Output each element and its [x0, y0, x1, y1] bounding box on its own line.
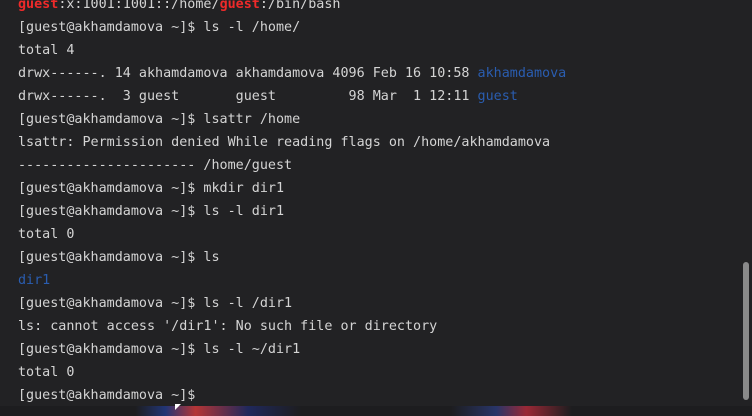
desktop-background: [0, 406, 752, 416]
terminal-text: lsattr: Permission denied While reading …: [18, 135, 551, 150]
terminal-window[interactable]: guest:x:1001:1001::/home/guest:/bin/bash…: [0, 0, 752, 416]
terminal-text: drwx------. 14 akhamdamova akhamdamova 4…: [18, 66, 478, 81]
terminal-text: [guest@akhamdamova ~]$ mkdir dir1: [18, 181, 285, 196]
scrollbar-thumb[interactable]: [743, 262, 749, 400]
terminal-line: [guest@akhamdamova ~]$ ls -l dir1: [18, 200, 566, 223]
terminal-text: [guest@akhamdamova ~]$: [18, 388, 204, 403]
terminal-line: total 4: [18, 39, 566, 62]
terminal-line: drwx------. 3 guest guest 98 Mar 1 12:11…: [18, 85, 566, 108]
terminal-text: [guest@akhamdamova ~]$ ls -l dir1: [18, 204, 285, 219]
terminal-text: guest: [18, 0, 59, 12]
mouse-pointer-icon: [175, 404, 181, 410]
terminal-text: :/bin/bash: [259, 0, 341, 12]
terminal-text: ---------------------- /home/guest: [18, 158, 293, 173]
terminal-line: [guest@akhamdamova ~]$ ls: [18, 246, 566, 269]
terminal-text: total 0: [18, 365, 75, 380]
terminal-line: ls: cannot access '/dir1': No such file …: [18, 315, 566, 338]
terminal-line: total 0: [18, 361, 566, 384]
terminal-text: [guest@akhamdamova ~]$ ls -l /dir1: [18, 296, 293, 311]
terminal-text: :x:1001:1001::/home/: [58, 0, 220, 12]
terminal-text: guest: [219, 0, 260, 12]
terminal-text: [guest@akhamdamova ~]$ lsattr /home: [18, 112, 301, 127]
terminal-line: [guest@akhamdamova ~]$ ls -l /home/: [18, 16, 566, 39]
terminal-output[interactable]: guest:x:1001:1001::/home/guest:/bin/bash…: [18, 0, 566, 407]
terminal-line: [guest@akhamdamova ~]$ lsattr /home: [18, 108, 566, 131]
terminal-text: total 4: [18, 43, 75, 58]
terminal-text: guest: [477, 89, 518, 104]
terminal-text: total 0: [18, 227, 75, 242]
terminal-text: dir1: [18, 273, 51, 288]
scrollbar[interactable]: [740, 0, 752, 416]
terminal-text: [guest@akhamdamova ~]$ ls -l /home/: [18, 20, 301, 35]
terminal-line: drwx------. 14 akhamdamova akhamdamova 4…: [18, 62, 566, 85]
terminal-line: [guest@akhamdamova ~]$ ls -l /dir1: [18, 292, 566, 315]
terminal-line: lsattr: Permission denied While reading …: [18, 131, 566, 154]
terminal-line: dir1: [18, 269, 566, 292]
terminal-text: [guest@akhamdamova ~]$ ls: [18, 250, 220, 265]
terminal-text: ls: cannot access '/dir1': No such file …: [18, 319, 438, 334]
terminal-text: [guest@akhamdamova ~]$ ls -l ~/dir1: [18, 342, 301, 357]
terminal-line: ---------------------- /home/guest: [18, 154, 566, 177]
terminal-line: guest:x:1001:1001::/home/guest:/bin/bash: [18, 0, 566, 16]
terminal-line: [guest@akhamdamova ~]$: [18, 384, 566, 407]
terminal-line: [guest@akhamdamova ~]$ ls -l ~/dir1: [18, 338, 566, 361]
terminal-line: total 0: [18, 223, 566, 246]
terminal-line: [guest@akhamdamova ~]$ mkdir dir1: [18, 177, 566, 200]
terminal-text: akhamdamova: [477, 66, 567, 81]
terminal-text: drwx------. 3 guest guest 98 Mar 1 12:11: [18, 89, 478, 104]
